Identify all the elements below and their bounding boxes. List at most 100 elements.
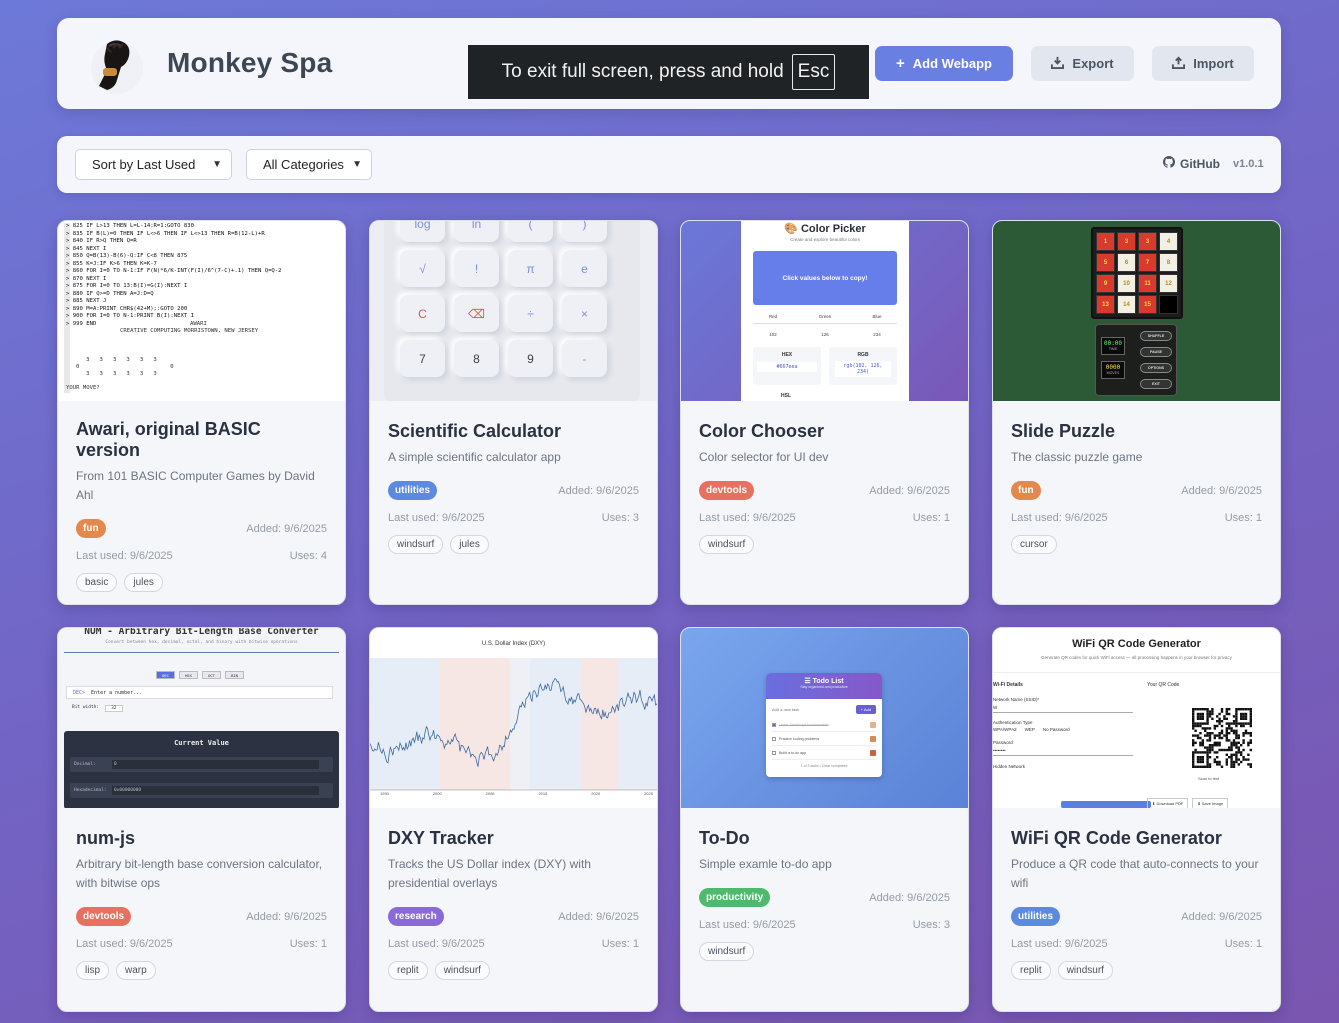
calc-key[interactable]: ) <box>562 221 607 242</box>
todo-checkbox[interactable] <box>772 750 776 755</box>
calc-key[interactable]: ÷ <box>508 295 553 332</box>
sort-select[interactable]: Sort by Last Used ▼ <box>75 149 232 180</box>
puzzle-tile[interactable]: 13 <box>1096 295 1115 314</box>
rgb-value[interactable]: rgb(102, 126, 234) <box>835 361 891 377</box>
calc-key[interactable]: 8 <box>454 340 499 377</box>
todo-checkbox[interactable] <box>772 722 776 727</box>
delete-icon[interactable] <box>870 749 876 756</box>
calc-key[interactable]: C <box>400 295 445 332</box>
app-card-color-chooser[interactable]: 🎨 Color Picker Create and explore beauti… <box>680 220 969 605</box>
puzzle-tile[interactable]: 3 <box>1117 232 1136 251</box>
tag-chip[interactable]: jules <box>450 535 489 554</box>
calc-key[interactable]: 7 <box>400 340 445 377</box>
calc-key[interactable]: log <box>400 221 445 242</box>
puzzle-tile[interactable]: 11 <box>1138 274 1157 293</box>
use-count: Uses: 1 <box>1224 512 1262 524</box>
delete-icon[interactable] <box>870 721 876 728</box>
puzzle-tile[interactable]: 7 <box>1138 253 1157 272</box>
card-title: Slide Puzzle <box>1011 421 1116 441</box>
app-card-slide-puzzle[interactable]: 1 3 3 4 5 6 7 8 9 10 11 12 13 14 15 00:00 TIME 0000 MO… <box>992 220 1281 605</box>
calc-key[interactable]: √ <box>400 250 445 287</box>
dxy-x-tick: 2025 <box>644 791 653 796</box>
calc-key[interactable]: ⌫ <box>454 295 499 332</box>
puzzle-tile[interactable] <box>1159 295 1178 314</box>
qr-title: WiFi QR Code Generator <box>1072 638 1201 650</box>
todo-item[interactable]: Learn JavaScript fundamentals <box>772 718 876 732</box>
tag-chip[interactable]: replit <box>388 961 428 980</box>
delete-icon[interactable] <box>870 735 876 742</box>
puzzle-tile[interactable]: 6 <box>1117 253 1136 272</box>
num-input[interactable]: Enter a number... <box>91 690 142 696</box>
password-input[interactable]: •••••••• <box>993 748 1133 756</box>
save-image-button[interactable]: ⬇ Save Image <box>1192 798 1229 808</box>
app-card-awari[interactable]: > 825 IF L>13 THEN L=L-14:R=1:GOTO 830 > … <box>57 220 346 605</box>
app-card-to-do[interactable]: ☰ Todo List Stay organized and productiv… <box>680 627 969 1012</box>
calc-key[interactable]: ! <box>454 250 499 287</box>
password-label: Password <box>993 740 1013 745</box>
puzzle-tile[interactable]: 14 <box>1117 295 1136 314</box>
hex-value[interactable]: #667eea <box>757 362 817 372</box>
ssid-input[interactable]: W <box>993 705 1133 713</box>
add-webapp-button[interactable]: + Add Webapp <box>875 46 1013 81</box>
calc-key[interactable]: ln <box>454 221 499 242</box>
category-badge: fun <box>1011 481 1041 500</box>
todo-input[interactable]: Add a new task <box>772 707 852 712</box>
tag-chip[interactable]: windsurf <box>699 942 755 961</box>
calc-key[interactable]: π <box>508 250 553 287</box>
puzzle-tile[interactable]: 9 <box>1096 274 1115 293</box>
puzzle-control-button[interactable]: PAUSE <box>1140 347 1172 357</box>
download-pdf-button[interactable]: ⬇ Download PDF <box>1147 798 1189 808</box>
todo-sub: Stay organized and productive <box>800 685 848 689</box>
puzzle-tile[interactable]: 3 <box>1138 232 1157 251</box>
app-card-wifi-qr-code-generator[interactable]: WiFi QR Code Generator Generate QR codes… <box>992 627 1281 1012</box>
app-card-dxy-tracker[interactable]: U.S. Dollar Index (DXY) 1990 2000 2008 2015… <box>369 627 658 1012</box>
calc-key[interactable]: × <box>562 295 607 332</box>
auth-wep-radio[interactable]: WEP <box>1025 727 1035 732</box>
puzzle-tile[interactable]: 1 <box>1096 232 1115 251</box>
todo-item[interactable]: Build a to-do app <box>772 746 876 760</box>
calc-key[interactable]: - <box>562 340 607 377</box>
todo-item[interactable]: Practice coding problems <box>772 732 876 746</box>
auth-none-radio[interactable]: No Password <box>1043 727 1070 732</box>
card-thumbnail: 🎨 Color Picker Create and explore beauti… <box>681 221 968 401</box>
calc-key[interactable]: ( <box>508 221 553 242</box>
category-select[interactable]: All Categories ▼ <box>246 149 372 180</box>
base-tab[interactable]: BIN <box>225 671 244 679</box>
color-preview-box[interactable]: Click values below to copy! <box>753 251 897 305</box>
puzzle-tile[interactable]: 15 <box>1138 295 1157 314</box>
puzzle-tile[interactable]: 5 <box>1096 253 1115 272</box>
puzzle-tile[interactable]: 8 <box>1159 253 1178 272</box>
awari-code-line: > 835 IF B(L)=0 THEN IF L<>6 THEN IF L<>… <box>66 230 265 237</box>
auth-wpa-radio[interactable]: WPA/WPA2 <box>993 727 1017 732</box>
puzzle-control-button[interactable]: SHUFFLE <box>1140 331 1172 341</box>
tag-chip[interactable]: windsurf <box>434 961 490 980</box>
base-tab[interactable]: DEC <box>156 671 175 679</box>
base-tab[interactable]: HEX <box>179 671 198 679</box>
tag-chip[interactable]: lisp <box>76 961 110 980</box>
tag-chip[interactable]: basic <box>76 573 118 592</box>
tag-chip[interactable]: windsurf <box>388 535 444 554</box>
todo-add-button[interactable]: + Add <box>855 705 876 714</box>
tag-chip[interactable]: replit <box>1011 961 1051 980</box>
base-tab[interactable]: OCT <box>202 671 221 679</box>
tag-chip[interactable]: windsurf <box>1057 961 1113 980</box>
tag-chip[interactable]: warp <box>116 961 156 980</box>
puzzle-control-button[interactable]: EXIT <box>1140 379 1172 389</box>
import-button[interactable]: Import <box>1152 46 1254 81</box>
puzzle-control-button[interactable]: OPTIONS <box>1140 363 1172 373</box>
puzzle-tile[interactable]: 12 <box>1159 274 1178 293</box>
app-card-num-js[interactable]: NUM - Arbitrary Bit-Length Base Converte… <box>57 627 346 1012</box>
tag-chip[interactable]: windsurf <box>699 535 755 554</box>
awari-row-bottom: 3 3 3 3 3 3 <box>86 371 157 377</box>
github-link[interactable]: GitHub <box>1163 156 1220 171</box>
calc-key[interactable]: e <box>562 250 607 287</box>
todo-checkbox[interactable] <box>772 736 776 741</box>
tag-chip[interactable]: jules <box>124 573 163 592</box>
puzzle-tile[interactable]: 4 <box>1159 232 1178 251</box>
calc-key[interactable]: 9 <box>508 340 553 377</box>
app-card-scientific-calculator[interactable]: log ln () √! π e C ⌫ ÷ × 7 8 9- Scientific Calculato… <box>369 220 658 605</box>
export-button[interactable]: Export <box>1031 46 1134 81</box>
bitwidth-input[interactable]: 32 <box>105 705 123 712</box>
tag-chip[interactable]: cursor <box>1011 535 1057 554</box>
puzzle-tile[interactable]: 10 <box>1117 274 1136 293</box>
